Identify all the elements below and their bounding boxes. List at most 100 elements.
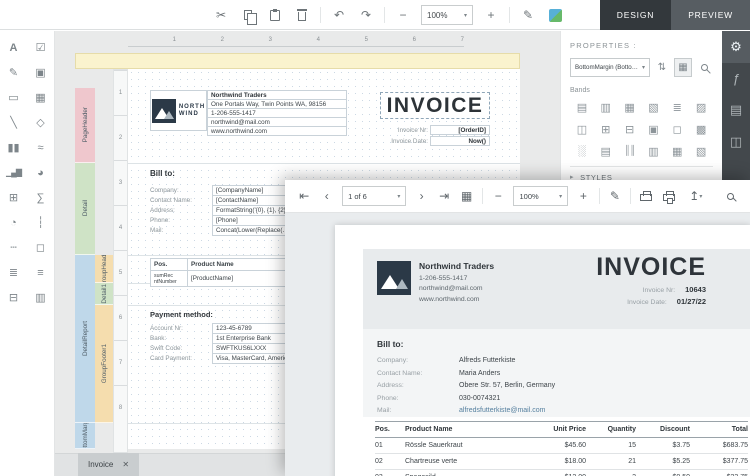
- zoom-out-icon[interactable]: −: [394, 6, 412, 24]
- band-tab-groupfooter[interactable]: GroupFooter1: [95, 305, 113, 423]
- band-tab-detail[interactable]: Detail: [75, 163, 95, 255]
- band-icon[interactable]: ▧: [689, 145, 713, 158]
- company-logo[interactable]: NORTHWIND: [150, 90, 207, 131]
- cross-band-box-icon[interactable]: ⊟: [0, 285, 27, 310]
- print-icon[interactable]: [639, 187, 654, 205]
- panel-icon[interactable]: ▭: [0, 85, 27, 110]
- first-page-icon[interactable]: ⇤: [297, 187, 312, 205]
- band-icon[interactable]: ◫: [570, 123, 594, 136]
- preview-zoom-select[interactable]: 100% ▾: [513, 186, 568, 206]
- redo-icon[interactable]: ↷: [357, 6, 375, 24]
- band-icon[interactable]: ▨: [689, 101, 713, 114]
- band-icon[interactable]: ░: [570, 145, 594, 158]
- zoom-out-icon[interactable]: −: [491, 187, 506, 205]
- zoom-in-icon[interactable]: +: [482, 6, 500, 24]
- band-icon[interactable]: ▥: [594, 101, 618, 114]
- invoice-nr-field[interactable]: [OrderID]: [430, 125, 490, 135]
- paste-icon[interactable]: [266, 6, 284, 24]
- export-icon[interactable]: ↥▾: [684, 187, 707, 205]
- zoom-in-icon[interactable]: +: [576, 187, 591, 205]
- next-page-icon[interactable]: ›: [414, 187, 429, 205]
- payment-label[interactable]: Card Payment:: [150, 353, 210, 364]
- line-icon[interactable]: ╲: [0, 110, 27, 135]
- picture-icon[interactable]: ▣: [27, 60, 54, 85]
- shape-icon[interactable]: ◇: [27, 110, 54, 135]
- table-icon[interactable]: ▦: [27, 85, 54, 110]
- band-icon[interactable]: ≣: [665, 101, 689, 114]
- design-tab-button[interactable]: DESIGN: [600, 0, 671, 30]
- band-tab-detailreport[interactable]: DetailReport: [75, 255, 95, 423]
- group-properties-icon[interactable]: ▦: [674, 58, 692, 77]
- label-icon[interactable]: A: [0, 35, 27, 60]
- page-select[interactable]: 1 of 6 ▾: [342, 186, 406, 206]
- band-tab-detail1[interactable]: Detail1: [95, 283, 113, 305]
- content-list-icon[interactable]: ≡: [27, 260, 54, 285]
- preview-zoom-value: 100%: [519, 192, 538, 201]
- chart-icon[interactable]: ▁▄▇: [0, 160, 27, 185]
- formula-icon[interactable]: ∑: [27, 185, 54, 210]
- band-icon[interactable]: ▣: [642, 123, 666, 136]
- report-explorer-icon[interactable]: ▤: [722, 94, 750, 126]
- field-label[interactable]: Mail:: [150, 225, 210, 236]
- band-icon[interactable]: ▥: [642, 145, 666, 158]
- character-comb-icon[interactable]: ▥: [27, 285, 54, 310]
- report-tab-invoice[interactable]: Invoice ✕: [78, 453, 139, 476]
- band-tab-groupheader[interactable]: GroupHeader: [95, 255, 113, 283]
- band-icon[interactable]: ║║: [618, 145, 642, 158]
- fullscreen-icon[interactable]: [546, 6, 564, 24]
- toc-icon[interactable]: ≣: [0, 260, 27, 285]
- pie-chart-icon[interactable]: ◕: [27, 160, 54, 185]
- gear-icon[interactable]: ⚙: [722, 31, 750, 63]
- band-icon[interactable]: ▩: [689, 123, 713, 136]
- expressions-icon[interactable]: ƒ: [722, 63, 750, 94]
- top-margin-band[interactable]: [75, 53, 520, 69]
- checkbox-icon[interactable]: ☑: [27, 35, 54, 60]
- band-icon[interactable]: ▤: [570, 101, 594, 114]
- band-icon[interactable]: ◻: [665, 123, 689, 136]
- subreport-icon[interactable]: ◻: [27, 235, 54, 260]
- close-icon[interactable]: ✕: [122, 460, 129, 469]
- payment-method-label[interactable]: Payment method:: [150, 309, 240, 319]
- undo-icon[interactable]: ↶: [330, 6, 348, 24]
- band-tab-pageheader[interactable]: PageHeader: [75, 88, 95, 163]
- band-tab-bottommargin[interactable]: BottomMargin: [75, 423, 95, 449]
- last-page-icon[interactable]: ⇥: [437, 187, 452, 205]
- chevron-down-icon: ▾: [699, 193, 702, 200]
- invoice-date-label[interactable]: Invoice Date:: [376, 136, 428, 146]
- gauge-icon[interactable]: ◔: [0, 210, 27, 235]
- search-icon[interactable]: [695, 58, 713, 77]
- search-icon[interactable]: [723, 187, 738, 205]
- band-icon[interactable]: ▦: [618, 101, 642, 114]
- invoice-nr-label[interactable]: Invoice Nr:: [376, 125, 428, 135]
- zoom-select[interactable]: 100% ▾: [421, 5, 473, 25]
- bill-to-label[interactable]: Bill to:: [150, 168, 210, 178]
- band-icon[interactable]: ⊞: [594, 123, 618, 136]
- company-web-cell[interactable]: www.northwind.com: [207, 126, 347, 136]
- cut-icon[interactable]: ✂: [212, 6, 230, 24]
- invoice-title-label[interactable]: INVOICE: [380, 92, 490, 119]
- band-icon[interactable]: ▦: [665, 145, 689, 158]
- richtext-icon[interactable]: ✎: [0, 60, 27, 85]
- barcode-icon[interactable]: ▮▮: [0, 135, 27, 160]
- thumbnails-icon[interactable]: ▦: [459, 187, 474, 205]
- selected-element-dropdown[interactable]: BottomMargin (Bottom Margin) ▾: [570, 58, 650, 77]
- layers-icon[interactable]: ◫: [722, 126, 750, 158]
- table-cell-pos-expression[interactable]: sumRecntNumber: [150, 270, 188, 287]
- sort-properties-icon[interactable]: ⇅: [653, 58, 671, 77]
- previous-page-icon[interactable]: ‹: [320, 187, 335, 205]
- scripts-icon[interactable]: ✎: [519, 6, 537, 24]
- copy-icon[interactable]: [239, 6, 257, 24]
- print-page-icon[interactable]: [662, 187, 677, 205]
- band-icon[interactable]: ⊟: [618, 123, 642, 136]
- mode-switch: DESIGN PREVIEW: [600, 0, 750, 30]
- cross-band-line-icon[interactable]: ┆: [27, 210, 54, 235]
- sparkline-icon[interactable]: ≈: [27, 135, 54, 160]
- preview-tab-button[interactable]: PREVIEW: [671, 0, 750, 30]
- band-icon[interactable]: ▤: [594, 145, 618, 158]
- page-break-icon[interactable]: ┄: [0, 235, 27, 260]
- pivot-grid-icon[interactable]: ⊞: [0, 185, 27, 210]
- delete-icon[interactable]: [293, 6, 311, 24]
- edit-fields-icon[interactable]: ✎: [608, 187, 623, 205]
- invoice-date-field[interactable]: Now(): [430, 136, 490, 146]
- band-icon[interactable]: ▧: [642, 101, 666, 114]
